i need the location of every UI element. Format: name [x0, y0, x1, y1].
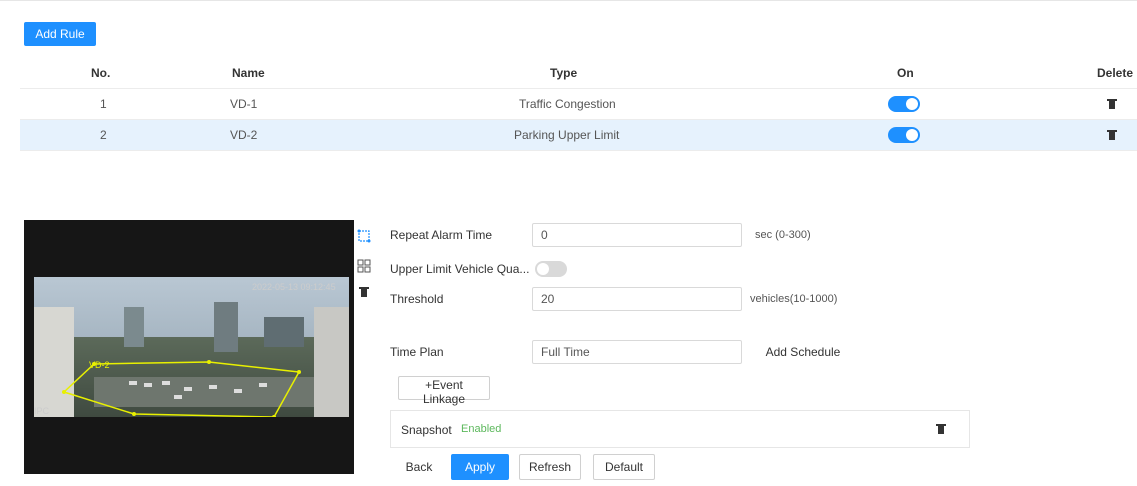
grid-region-icon[interactable] — [357, 259, 371, 273]
video-corner-label: IPC — [34, 406, 50, 416]
rule-enable-toggle[interactable] — [888, 127, 920, 143]
region-label: VD-2 — [89, 360, 110, 370]
add-rule-button[interactable]: Add Rule — [24, 22, 96, 46]
refresh-button[interactable]: Refresh — [519, 454, 581, 480]
camera-scene — [34, 277, 349, 417]
clear-region-icon[interactable] — [359, 287, 369, 298]
apply-button[interactable]: Apply — [451, 454, 509, 480]
snapshot-status: Enabled — [461, 423, 502, 435]
default-button[interactable]: Default — [593, 454, 655, 480]
row-no: 2 — [100, 128, 107, 142]
col-header-on: On — [897, 66, 914, 80]
row-type: Parking Upper Limit — [514, 128, 620, 142]
row-name: VD-1 — [230, 97, 258, 111]
row-divider — [20, 150, 1137, 151]
delete-linkage-icon[interactable] — [936, 424, 946, 435]
threshold-label: Threshold — [390, 292, 444, 306]
snapshot-linkage-box: Snapshot Enabled — [390, 410, 970, 448]
add-schedule-button[interactable]: Add Schedule — [755, 340, 851, 364]
table-row[interactable]: 1 VD-1 Traffic Congestion — [20, 89, 1137, 119]
upper-limit-toggle[interactable] — [535, 261, 567, 277]
back-button[interactable]: Back — [398, 454, 440, 480]
row-type: Traffic Congestion — [519, 97, 616, 111]
row-no: 1 — [100, 97, 107, 111]
col-header-no: No. — [91, 66, 111, 80]
time-plan-label: Time Plan — [390, 345, 444, 359]
delete-icon[interactable] — [1107, 99, 1117, 110]
time-plan-select[interactable]: Full Time — [532, 340, 742, 364]
event-linkage-button[interactable]: +Event Linkage — [398, 376, 490, 406]
col-header-delete: Delete — [1097, 66, 1134, 80]
rule-enable-toggle[interactable] — [888, 96, 920, 112]
col-header-type: Type — [550, 66, 578, 80]
row-name: VD-2 — [230, 128, 258, 142]
snapshot-label: Snapshot — [401, 423, 452, 437]
repeat-alarm-input[interactable]: 0 — [532, 223, 742, 247]
delete-icon[interactable] — [1107, 130, 1117, 141]
video-preview[interactable]: VD-2 2022-05-13 09:12:45 IPC — [24, 220, 354, 474]
draw-region-icon[interactable] — [357, 229, 371, 243]
table-row[interactable]: 2 VD-2 Parking Upper Limit — [20, 120, 1137, 150]
video-timestamp: 2022-05-13 09:12:45 — [252, 282, 336, 292]
top-divider — [0, 0, 1137, 1]
repeat-alarm-unit: sec (0-300) — [755, 229, 811, 241]
upper-limit-label: Upper Limit Vehicle Qua... — [390, 262, 530, 276]
repeat-alarm-label: Repeat Alarm Time — [390, 228, 493, 242]
col-header-name: Name — [232, 66, 265, 80]
threshold-input[interactable]: 20 — [532, 287, 742, 311]
threshold-unit: vehicles(10-1000) — [750, 293, 838, 305]
